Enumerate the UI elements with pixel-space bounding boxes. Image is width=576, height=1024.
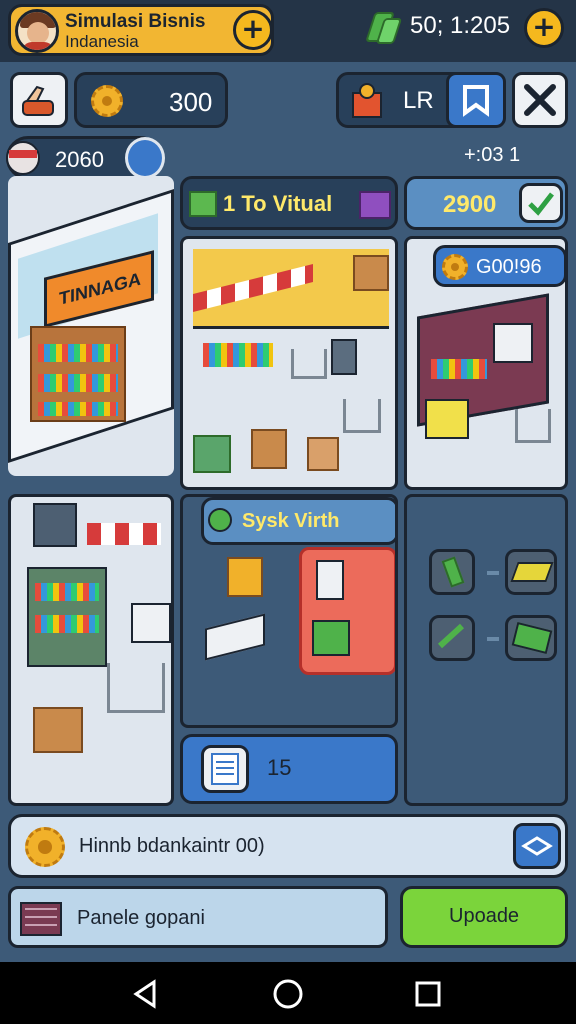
virtual-value: 2900 (443, 191, 497, 218)
item-slot[interactable] (505, 615, 557, 661)
title-line-1: Simulasi Bisnis (65, 11, 206, 32)
upgrade-label: Upoade (449, 905, 520, 927)
crate (251, 429, 287, 469)
screen (493, 323, 533, 363)
produce (431, 359, 487, 379)
list-button[interactable] (201, 745, 249, 793)
count-box: 15 (180, 734, 398, 804)
sysk-header[interactable]: Sysk Virth (201, 497, 395, 545)
shield-icon[interactable] (125, 137, 165, 179)
item-slot[interactable] (505, 549, 557, 595)
virtual-value-box: 2900 (404, 176, 568, 230)
cart (343, 399, 381, 433)
phone-icon (316, 560, 344, 600)
cart (291, 349, 327, 379)
gear-icon (91, 85, 123, 117)
scanner (331, 339, 357, 375)
items-panel (404, 494, 568, 806)
basket-icon (312, 620, 350, 656)
add-currency-button[interactable]: + (524, 8, 564, 48)
counter (425, 399, 469, 439)
add-profile-button[interactable]: + (233, 10, 273, 50)
market-tile[interactable] (180, 236, 398, 490)
pos-terminal (33, 503, 77, 547)
game-title: Simulasi Bisnis Indanesia (65, 11, 205, 51)
tools-icon (524, 84, 556, 116)
count-value: 15 (267, 755, 292, 780)
item-slot[interactable] (429, 615, 475, 661)
panel-label: Panele gopani (77, 907, 205, 929)
sysk-label: Sysk Virth (242, 510, 340, 532)
top-bar: Simulasi Bisnis Indanesia + 50; 1:205 + (0, 0, 576, 62)
item-slot[interactable] (429, 549, 475, 595)
goods (38, 344, 118, 362)
info-bar: Hinnb bdankaintr 00) (8, 814, 568, 878)
crate (307, 437, 339, 471)
gear-value: G00!96 (476, 256, 542, 278)
purple-box-icon (359, 191, 391, 219)
balance-box: 2060 (6, 136, 165, 180)
box-icon (227, 557, 263, 597)
settings-button[interactable] (512, 72, 568, 128)
crate (353, 255, 389, 291)
title-line-2: Indanesia (65, 32, 139, 51)
crate-icon (189, 191, 217, 217)
sysk-panel: Sysk Virth (180, 494, 398, 728)
gear-icon (25, 827, 65, 867)
layers-icon (521, 836, 553, 856)
virtual-header[interactable]: 1 To Vitual (180, 176, 398, 230)
hand-icon (22, 85, 54, 116)
green-crate (193, 435, 231, 473)
mini-market-tile[interactable] (8, 494, 174, 806)
recents-icon[interactable] (408, 974, 448, 1014)
timer-text: +:03 1 (464, 144, 521, 166)
layers-button[interactable] (513, 823, 561, 869)
bookmark-icon (463, 85, 489, 117)
coin-value: 300 (169, 87, 213, 117)
selected-item-card[interactable] (299, 547, 395, 675)
currency-counter: 50; 1:205 (410, 12, 511, 39)
system-navigation-bar (0, 962, 576, 1024)
freezer (131, 603, 171, 643)
virtual-label: 1 To Vitual (223, 191, 333, 216)
coin-box: 300 (74, 72, 228, 128)
title-banner[interactable]: Simulasi Bisnis Indanesia + (8, 4, 274, 56)
check-icon (528, 192, 554, 216)
produce (203, 343, 273, 367)
refresh-icon (208, 508, 232, 532)
gem-icon (362, 8, 403, 48)
cart (515, 409, 551, 443)
gift-icon (352, 83, 382, 118)
shop-tile[interactable]: G00!96 (404, 236, 568, 490)
hand-button[interactable] (10, 72, 68, 128)
avatar[interactable] (15, 9, 59, 53)
goods (38, 374, 118, 392)
bookmark-button[interactable] (446, 72, 506, 128)
list-icon (211, 753, 239, 785)
goods (38, 402, 118, 416)
gear-value-box: G00!96 (433, 245, 565, 287)
crate (33, 707, 83, 753)
confirm-button[interactable] (519, 183, 563, 223)
store-building[interactable]: TINNAGA (8, 176, 174, 476)
back-icon[interactable] (126, 974, 166, 1014)
gear-icon (442, 254, 468, 280)
info-text: Hinnb bdankaintr 00) (79, 835, 265, 857)
flag-icon (6, 141, 40, 175)
panel-bar[interactable]: Panele gopani (8, 886, 388, 948)
cash-register (205, 613, 265, 661)
goods (35, 583, 99, 601)
home-icon[interactable] (268, 974, 308, 1014)
goods (35, 615, 99, 633)
chest-icon (20, 902, 62, 936)
balance-value: 2060 (55, 147, 104, 172)
cart (107, 663, 165, 713)
awning (87, 523, 161, 545)
level-label: LR (403, 87, 434, 114)
upgrade-button[interactable]: Upoade (400, 886, 568, 948)
